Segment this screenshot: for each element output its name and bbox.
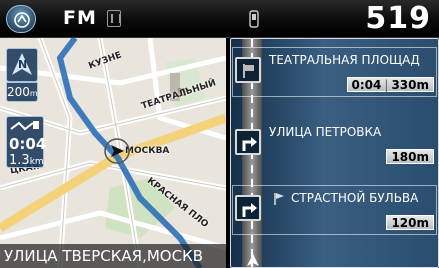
maneuver-street: ТЕАТРАЛЬНАЯ ПЛОЩАД	[269, 53, 420, 67]
home-icon	[14, 12, 30, 28]
maneuver-item[interactable]: ТЕАТРАЛЬНАЯ ПЛОЩАД 0:04 | 330m	[233, 47, 438, 97]
maneuver-distance: 120m	[386, 215, 434, 230]
map-scale[interactable]: 200m	[6, 82, 38, 102]
maneuver-time: 0:04	[351, 78, 382, 92]
maneuver-distance: 0:04 | 330m	[346, 77, 434, 92]
phone-icon	[249, 10, 259, 28]
navigation-map[interactable]: КУЗНЕ ТЕАТРАЛЬНЫЙ МОСКВА ЦКАЯ КРАСНАЯ ПЛ…	[0, 38, 226, 268]
waypoint-flag-icon	[274, 193, 284, 205]
map-orientation-button[interactable]: N	[6, 48, 38, 82]
svg-text:N: N	[18, 58, 27, 71]
eta-time: 0:04	[9, 135, 47, 153]
north-up-icon: N	[12, 53, 32, 75]
scale-value: 200	[7, 85, 30, 99]
maneuver-distance-value: 330m	[391, 78, 429, 92]
maneuver-street: СТРАСТНОЙ БУЛЬВА	[291, 191, 419, 205]
station-frequency: 519	[365, 1, 431, 36]
home-button[interactable]	[6, 5, 36, 33]
maneuver-item[interactable]: СТРАСТНОЙ БУЛЬВА 120m	[233, 185, 438, 235]
eta-distance: 1.3km	[9, 153, 44, 168]
eta-distance-unit: km	[29, 157, 44, 167]
status-bar: FM 519	[0, 0, 439, 38]
maneuver-icon-box	[235, 57, 261, 83]
maneuver-street: УЛИЦА ПЕТРОВКА	[269, 125, 382, 139]
turn-list-panel[interactable]: ТЕАТРАЛЬНАЯ ПЛОЩАД 0:04 | 330m УЛИЦА ПЕТРО…	[230, 38, 439, 268]
current-position-marker	[247, 254, 259, 266]
turn-right-icon	[242, 137, 257, 151]
maneuver-icon-box	[235, 195, 261, 221]
turn-right-icon	[242, 203, 257, 217]
route-eta-panel[interactable]: 0:04 1.3km	[6, 116, 47, 168]
route-eta-icon	[10, 121, 39, 131]
audio-band: FM	[63, 7, 97, 29]
vehicle-position-icon	[104, 138, 130, 164]
current-street: УЛИЦА ТВЕРСКАЯ,МОСКВ	[0, 244, 226, 268]
maneuver-distance: 180m	[386, 149, 434, 164]
maneuver-icon-box	[235, 129, 261, 155]
scale-unit: m	[29, 89, 38, 98]
destination-flag-icon	[243, 64, 254, 78]
rds-icon	[107, 10, 121, 27]
eta-distance-value: 1.3	[9, 153, 30, 168]
maneuver-item[interactable]: УЛИЦА ПЕТРОВКА 180m	[233, 119, 438, 169]
